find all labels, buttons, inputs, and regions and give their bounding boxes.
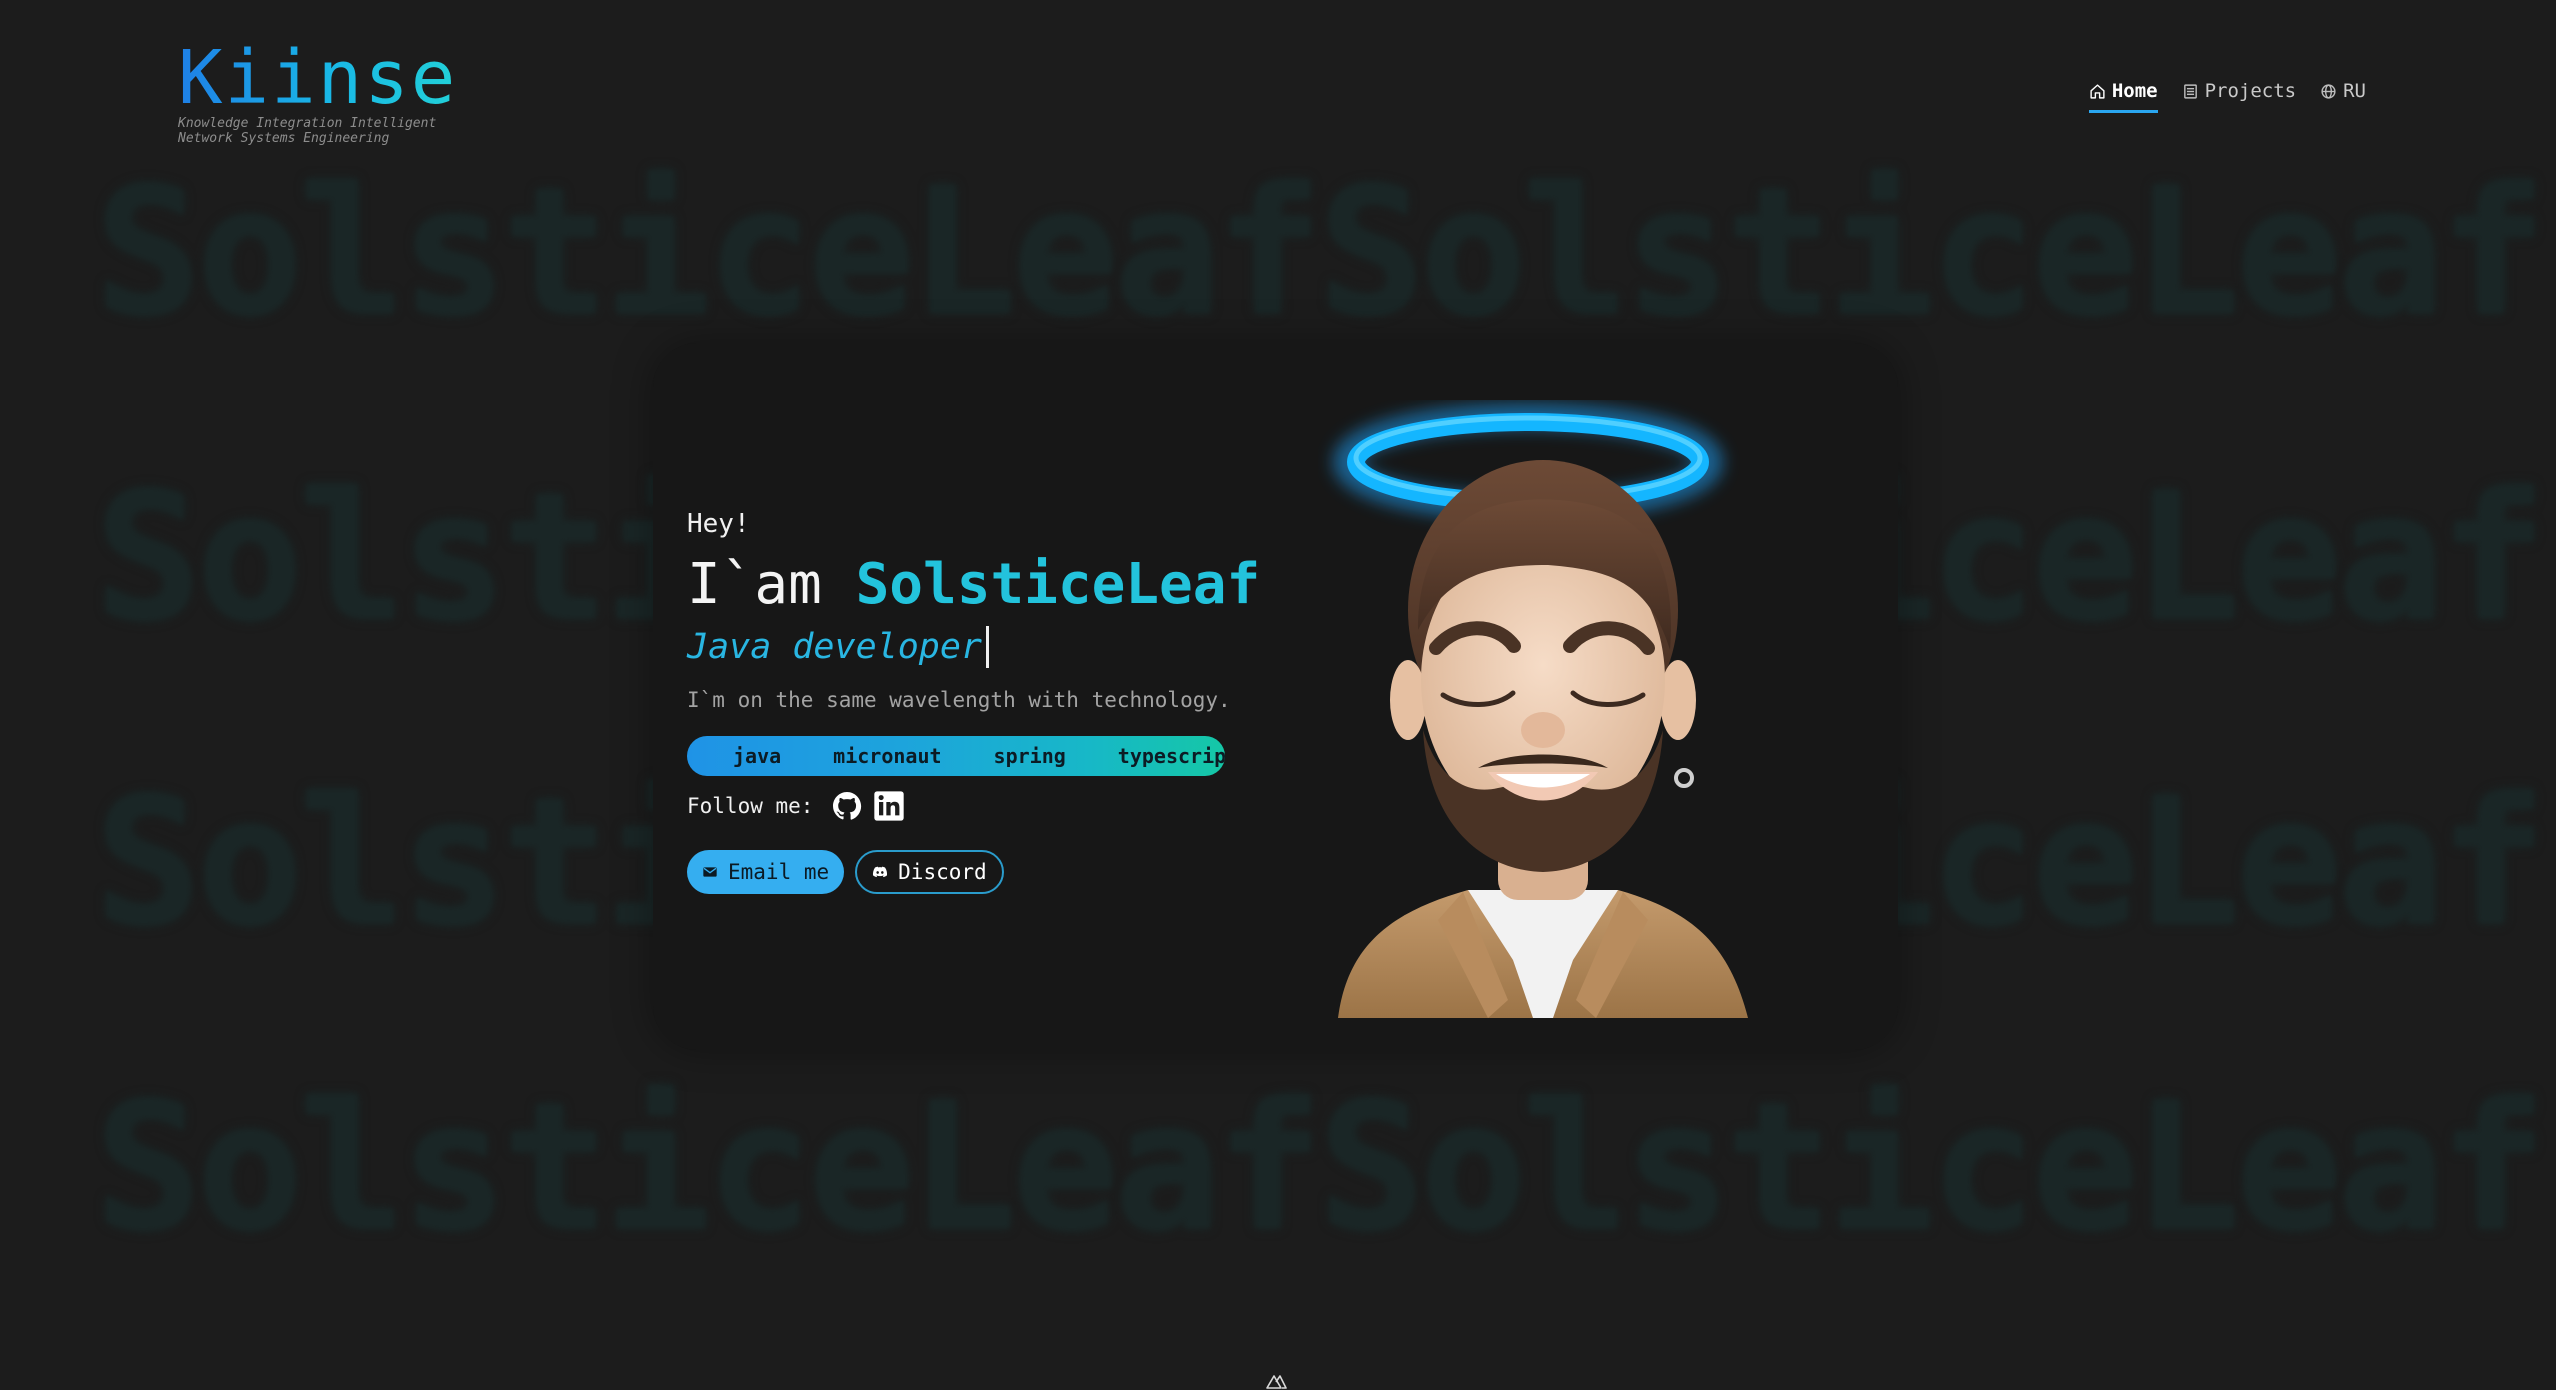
greeting: Hey! <box>687 509 750 539</box>
role-typewriter: Java developer <box>687 626 990 668</box>
watermark-text: SolsticeLeaf <box>95 150 1323 355</box>
watermark-text: SolsticeLeaf <box>1318 150 2547 355</box>
nav-language-label: RU <box>2343 80 2366 102</box>
nav-home[interactable]: Home <box>2088 80 2158 113</box>
tech-tag: spring <box>993 744 1066 768</box>
envelope-icon <box>703 867 717 877</box>
watermark-text: SolsticeLeaf <box>95 1065 1323 1270</box>
main-nav: Home Projects RU <box>2088 80 2366 113</box>
role-text: Java developer <box>687 627 983 667</box>
linkedin-link[interactable] <box>873 790 905 822</box>
nav-language[interactable]: RU <box>2320 80 2366 113</box>
email-button-label: Email me <box>728 860 830 884</box>
nav-home-label: Home <box>2111 80 2158 102</box>
nav-projects-label: Projects <box>2204 80 2297 102</box>
tagline: I`m on the same wavelength with technolo… <box>687 688 1231 712</box>
watermark-row: SolsticeLeaf SolsticeLeaf <box>95 150 2546 355</box>
headline: I`am SolsticeLeaf <box>687 550 1260 620</box>
github-link[interactable] <box>831 790 863 822</box>
site-logo[interactable]: Kiinse Knowledge Integration Intelligent… <box>178 36 457 146</box>
discord-icon <box>873 866 888 878</box>
discord-button[interactable]: Discord <box>855 850 1004 894</box>
follow-row: Follow me: <box>687 790 905 822</box>
discord-button-label: Discord <box>898 860 987 884</box>
globe-icon <box>2321 83 2336 99</box>
tech-tag: java <box>733 744 782 768</box>
linkedin-icon <box>874 791 905 821</box>
email-button[interactable]: Email me <box>687 850 845 894</box>
contact-buttons: Email me Discord <box>687 850 1004 894</box>
tech-tags-marquee: java micronaut spring typescript <box>687 736 1225 776</box>
list-icon <box>2183 83 2197 99</box>
logo-title: Kiinse <box>178 35 458 121</box>
follow-label: Follow me: <box>687 794 814 818</box>
github-icon <box>833 792 862 820</box>
watermark-text: SolsticeLeaf <box>1318 1065 2547 1270</box>
tech-tag: typescript <box>1117 744 1225 768</box>
tech-tag: micronaut <box>833 744 942 768</box>
typing-caret <box>986 626 990 668</box>
home-icon <box>2090 83 2105 99</box>
social-links <box>831 790 905 822</box>
headline-name: SolsticeLeaf <box>855 552 1261 617</box>
logo-subtitle: Knowledge Integration Intelligent Networ… <box>178 116 437 146</box>
watermark-row: SolsticeLeaf SolsticeLeaf <box>95 1065 2546 1270</box>
headline-intro: I`am <box>687 552 856 617</box>
nuxt-logo-icon <box>1266 1375 1287 1389</box>
memoji-avatar <box>1333 403 1748 1018</box>
nav-projects[interactable]: Projects <box>2182 80 2297 113</box>
